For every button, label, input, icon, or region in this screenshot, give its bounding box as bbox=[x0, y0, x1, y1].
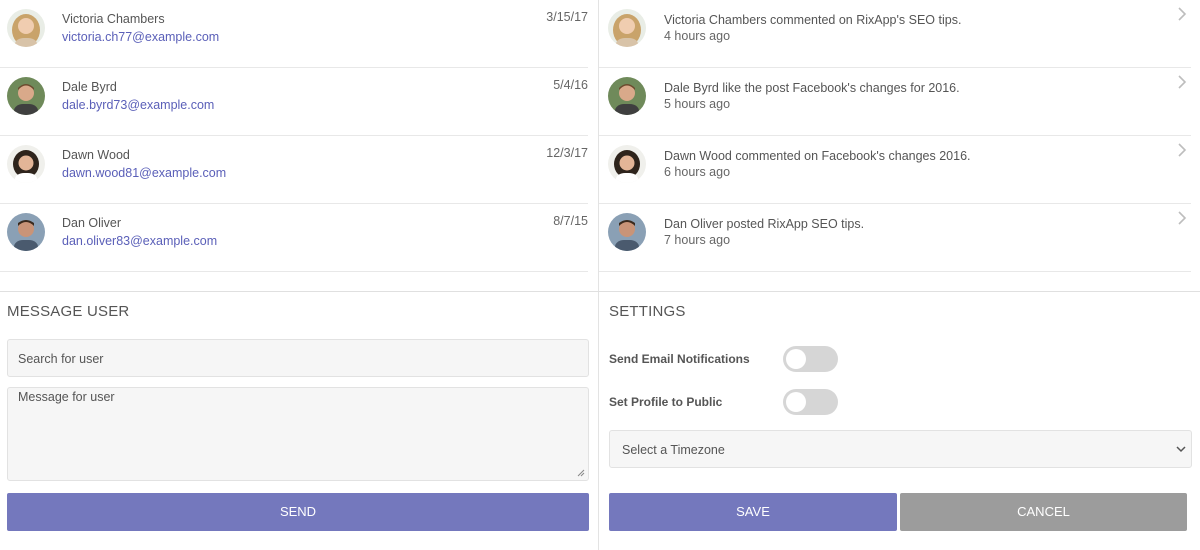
member-row[interactable]: Dale Byrd dale.byrd73@example.com 5/4/16 bbox=[0, 68, 588, 136]
avatar bbox=[608, 213, 646, 251]
members-list: Victoria Chambers victoria.ch77@example.… bbox=[0, 0, 598, 272]
resize-handle-icon[interactable] bbox=[577, 469, 585, 477]
member-name: Dawn Wood bbox=[62, 148, 130, 162]
member-row[interactable]: Victoria Chambers victoria.ch77@example.… bbox=[0, 0, 588, 68]
member-date: 5/4/16 bbox=[553, 78, 588, 92]
send-button[interactable]: SEND bbox=[7, 493, 589, 531]
activity-time: 7 hours ago bbox=[664, 233, 731, 247]
email-notifications-toggle[interactable] bbox=[783, 346, 838, 372]
public-profile-toggle[interactable] bbox=[783, 389, 838, 415]
timezone-selected-value: Select a Timezone bbox=[622, 443, 725, 457]
activity-text: Dale Byrd like the post Facebook's chang… bbox=[664, 81, 960, 95]
activity-time: 5 hours ago bbox=[664, 97, 731, 111]
activity-text: Dan Oliver posted RixApp SEO tips. bbox=[664, 217, 865, 231]
avatar bbox=[608, 9, 646, 47]
save-button[interactable]: SAVE bbox=[609, 493, 897, 531]
timezone-select[interactable]: Select a Timezone bbox=[609, 430, 1192, 468]
member-email-link[interactable]: victoria.ch77@example.com bbox=[62, 30, 219, 44]
chevron-right-icon[interactable] bbox=[1175, 74, 1189, 90]
search-user-input[interactable]: Search for user bbox=[7, 339, 589, 377]
member-date: 3/15/17 bbox=[546, 10, 588, 24]
chevron-right-icon[interactable] bbox=[1175, 210, 1189, 226]
avatar bbox=[7, 77, 45, 115]
member-name: Victoria Chambers bbox=[62, 12, 165, 26]
cancel-button[interactable]: CANCEL bbox=[900, 493, 1187, 531]
message-textarea[interactable]: Message for user bbox=[7, 387, 589, 481]
activity-text: Dawn Wood commented on Facebook's change… bbox=[664, 149, 971, 163]
avatar bbox=[7, 213, 45, 251]
search-user-placeholder: Search for user bbox=[18, 352, 104, 366]
member-name: Dale Byrd bbox=[62, 80, 117, 94]
settings-title: SETTINGS bbox=[609, 303, 686, 320]
avatar bbox=[7, 9, 45, 47]
avatar bbox=[608, 77, 646, 115]
member-name: Dan Oliver bbox=[62, 216, 122, 230]
public-profile-label: Set Profile to Public bbox=[609, 395, 723, 409]
member-email-link[interactable]: dan.oliver83@example.com bbox=[62, 234, 217, 248]
member-date: 8/7/15 bbox=[553, 214, 588, 228]
member-row[interactable]: Dawn Wood dawn.wood81@example.com 12/3/1… bbox=[0, 136, 588, 204]
avatar bbox=[608, 145, 646, 183]
toggle-knob bbox=[786, 392, 806, 412]
activity-feed: Victoria Chambers commented on RixApp's … bbox=[599, 0, 1200, 272]
member-date: 12/3/17 bbox=[546, 146, 588, 160]
member-email-link[interactable]: dale.byrd73@example.com bbox=[62, 98, 214, 112]
activity-item[interactable]: Dan Oliver posted RixApp SEO tips. 7 hou… bbox=[599, 204, 1191, 272]
message-user-title: MESSAGE USER bbox=[7, 303, 130, 320]
activity-time: 6 hours ago bbox=[664, 165, 731, 179]
activity-time: 4 hours ago bbox=[664, 29, 731, 43]
chevron-right-icon[interactable] bbox=[1175, 142, 1189, 158]
member-row[interactable]: Dan Oliver dan.oliver83@example.com 8/7/… bbox=[0, 204, 588, 272]
section-divider bbox=[0, 291, 1200, 292]
chevron-right-icon[interactable] bbox=[1175, 6, 1189, 22]
chevron-down-icon bbox=[1176, 445, 1186, 453]
member-email-link[interactable]: dawn.wood81@example.com bbox=[62, 166, 226, 180]
activity-item[interactable]: Dale Byrd like the post Facebook's chang… bbox=[599, 68, 1191, 136]
activity-item[interactable]: Victoria Chambers commented on RixApp's … bbox=[599, 0, 1191, 68]
message-placeholder: Message for user bbox=[18, 390, 115, 404]
activity-item[interactable]: Dawn Wood commented on Facebook's change… bbox=[599, 136, 1191, 204]
toggle-knob bbox=[786, 349, 806, 369]
activity-text: Victoria Chambers commented on RixApp's … bbox=[664, 13, 962, 27]
email-notifications-label: Send Email Notifications bbox=[609, 352, 750, 366]
avatar bbox=[7, 145, 45, 183]
